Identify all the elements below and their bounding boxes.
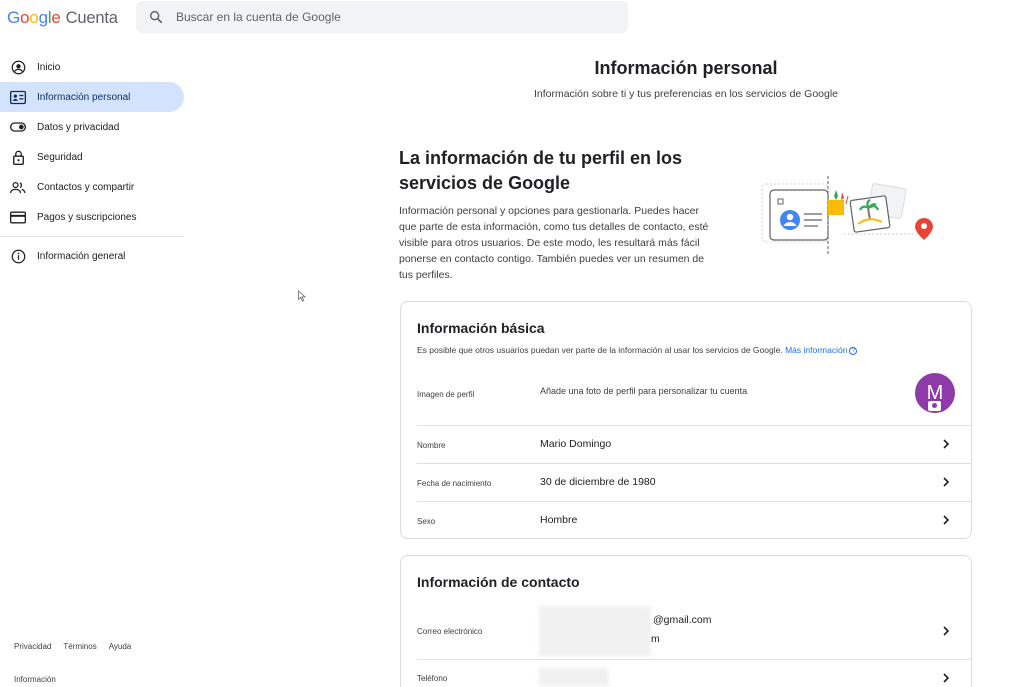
sidebar-item-label: Seguridad [37, 151, 83, 163]
sidebar-item-label: Inicio [37, 61, 61, 73]
phone-row[interactable]: Teléfono [417, 660, 971, 687]
name-value: Mario Domingo [540, 438, 612, 450]
chevron-right-icon [943, 626, 950, 636]
product-name: Cuenta [65, 9, 118, 27]
sidebar-item-label: Información general [37, 250, 126, 262]
profile-photo-row[interactable]: Imagen de perfil Añade una foto de perfi… [417, 366, 971, 426]
profile-photo-hint: Añade una foto de perfil para personaliz… [540, 386, 748, 396]
sidebar-item-contactos[interactable]: Contactos y compartir [0, 172, 184, 202]
sidebar-divider [0, 236, 184, 237]
sidebar-item-pagos[interactable]: Pagos y suscripciones [0, 202, 184, 232]
intro-text: Información personal y opciones para ges… [399, 205, 709, 281]
id-card-icon [10, 89, 26, 105]
page-title: Información personal [594, 58, 778, 78]
redacted-email-area [539, 606, 651, 656]
sidebar-item-informacion-general[interactable]: Información general [0, 241, 184, 271]
mouse-cursor-icon [298, 290, 306, 302]
footer-link-ayuda[interactable]: Ayuda [109, 642, 132, 651]
birthday-label: Fecha de nacimiento [417, 479, 492, 488]
email-secondary-suffix: m [651, 633, 660, 645]
footer-info-link[interactable]: Información [14, 675, 56, 684]
people-icon [10, 179, 26, 195]
logo-letter: o [20, 8, 30, 27]
camera-icon [928, 401, 941, 411]
sidebar-item-datos-privacidad[interactable]: Datos y privacidad [0, 112, 184, 142]
avatar[interactable]: M [915, 373, 955, 413]
chevron-right-icon [943, 439, 950, 449]
page-subtitle: Información sobre ti y tus preferencias … [533, 88, 839, 100]
sidebar-item-label: Información personal [37, 91, 131, 103]
profile-illustration [761, 176, 933, 256]
name-label: Nombre [417, 441, 446, 450]
basic-info-card: Información básica Es posible que otros … [400, 301, 972, 539]
sidebar-item-seguridad[interactable]: Seguridad [0, 142, 184, 172]
email-row[interactable]: Correo electrónico @gmail.com m [417, 602, 971, 660]
sidebar-item-label: Datos y privacidad [37, 121, 120, 133]
logo-letter: G [7, 8, 21, 27]
sidebar-nav: Inicio Información personal Datos y priv… [0, 52, 186, 271]
email-label: Correo electrónico [417, 627, 483, 636]
basic-info-description: Es posible que otros usuarios puedan ver… [417, 345, 858, 355]
credit-card-icon [10, 209, 26, 225]
sidebar-item-label: Contactos y compartir [37, 181, 135, 193]
gender-value: Hombre [540, 514, 578, 526]
contact-info-title: Información de contacto [417, 574, 580, 590]
lock-icon [10, 149, 26, 165]
gender-row[interactable]: Sexo Hombre [417, 502, 971, 538]
info-icon [10, 248, 26, 264]
help-icon[interactable]: ? [849, 346, 858, 355]
toggle-icon [10, 119, 26, 135]
search-icon[interactable] [148, 9, 164, 25]
phone-label: Teléfono [417, 674, 448, 683]
logo-letter: g [38, 8, 48, 27]
basic-info-description-text: Es posible que otros usuarios puedan ver… [417, 345, 783, 355]
chevron-right-icon [943, 673, 950, 683]
birthday-value: 30 de diciembre de 1980 [540, 476, 656, 488]
top-bar: Google Cuenta [0, 0, 1024, 36]
email-primary-suffix: @gmail.com [653, 614, 712, 626]
sidebar-item-inicio[interactable]: Inicio [0, 52, 184, 82]
name-row[interactable]: Nombre Mario Domingo [417, 426, 971, 464]
logo-letter: e [51, 8, 61, 27]
search-bar[interactable] [136, 1, 628, 33]
footer-links: Privacidad Términos Ayuda [14, 642, 131, 651]
basic-info-title: Información básica [417, 320, 545, 336]
account-circle-icon [10, 59, 26, 75]
intro-title: La información de tu perfil en los servi… [399, 148, 683, 193]
more-info-link[interactable]: Más información [785, 345, 847, 355]
profile-photo-label: Imagen de perfil [417, 390, 475, 399]
gender-label: Sexo [417, 517, 436, 526]
footer-link-terminos[interactable]: Términos [63, 642, 96, 651]
sidebar-item-label: Pagos y suscripciones [37, 211, 137, 223]
chevron-right-icon [943, 515, 950, 525]
chevron-right-icon [943, 477, 950, 487]
logo-letter: o [29, 8, 39, 27]
search-input[interactable] [176, 10, 596, 24]
contact-info-card: Información de contacto Correo electróni… [400, 555, 972, 687]
redacted-phone-area [539, 668, 609, 686]
google-wordmark: Google [7, 8, 61, 28]
sidebar-item-informacion-personal[interactable]: Información personal [0, 82, 184, 112]
birthday-row[interactable]: Fecha de nacimiento 30 de diciembre de 1… [417, 464, 971, 502]
footer-link-privacidad[interactable]: Privacidad [14, 642, 51, 651]
google-account-logo[interactable]: Google Cuenta [7, 8, 118, 28]
